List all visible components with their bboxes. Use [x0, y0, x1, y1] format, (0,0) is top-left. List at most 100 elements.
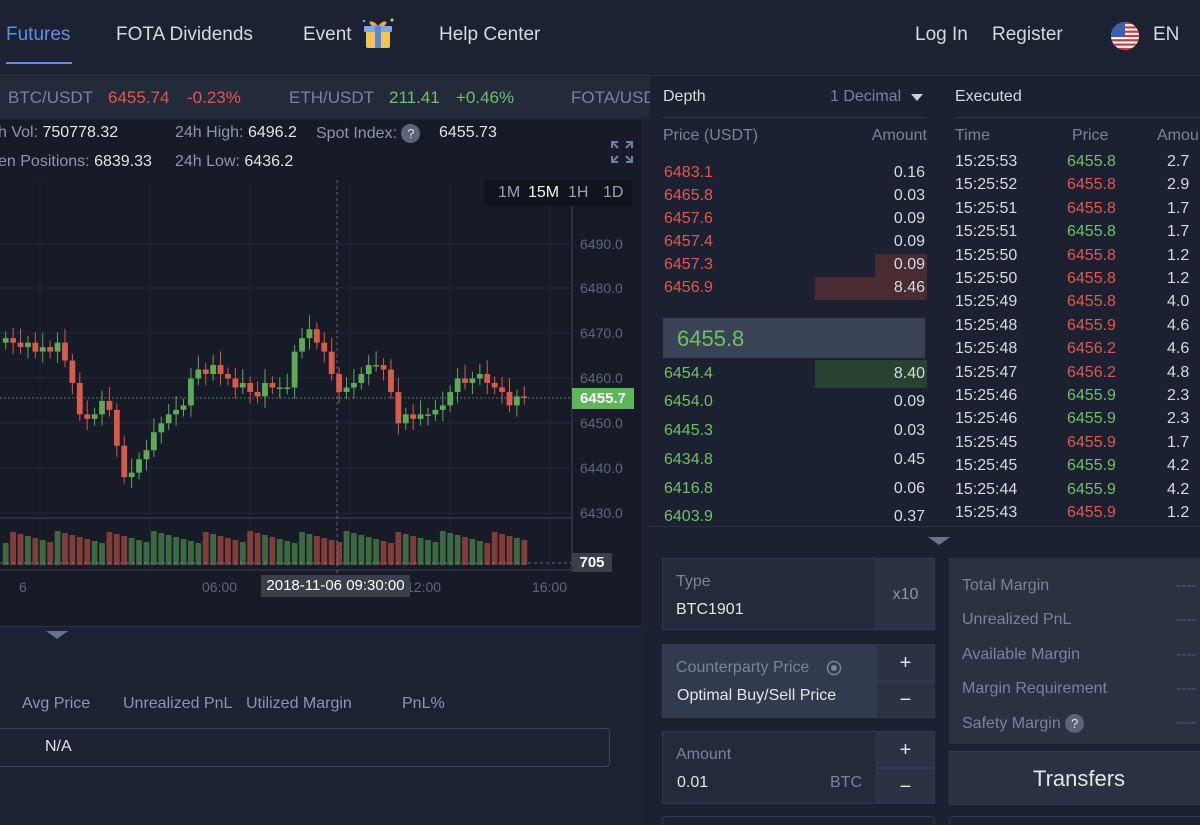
volume-bar [210, 534, 217, 565]
decimal-selector[interactable]: 1 Decimal [830, 88, 901, 106]
volume-bar [395, 532, 402, 565]
amount-increase-button[interactable]: + [876, 731, 935, 768]
stat-open-positions: en Positions: 6839.33 [0, 153, 152, 170]
register-link[interactable]: Register [992, 24, 1063, 46]
trade-time: 15:25:51 [955, 199, 1018, 217]
trade-amount: 4.6 [1167, 316, 1190, 334]
volume-bar [39, 540, 46, 565]
volume-bar [84, 539, 91, 565]
timeframe-1d[interactable]: 1D [603, 184, 623, 202]
ask-row[interactable]: 6457.3 0.09 [650, 254, 927, 277]
trade-amount: 2.9 [1167, 176, 1190, 194]
login-link[interactable]: Log In [915, 24, 968, 46]
trade-time: 15:25:45 [955, 433, 1018, 451]
candle-body [402, 414, 409, 424]
trade-time: 15:25:50 [955, 246, 1018, 264]
help-icon[interactable]: ? [1065, 714, 1085, 733]
ask-row[interactable]: 6456.9 8.46 [650, 277, 927, 300]
trade-price: 6456.2 [1067, 363, 1116, 381]
timeframe-15m[interactable]: 15M [528, 184, 559, 202]
price-increase-button[interactable]: + [876, 644, 935, 681]
trade-time: 15:25:49 [955, 293, 1018, 311]
timeframe-1h[interactable]: 1H [568, 184, 588, 202]
column-pnl-percent: PnL% [402, 695, 445, 712]
candle-body [76, 382, 83, 415]
ask-row[interactable]: 6483.1 0.16 [650, 162, 927, 185]
trade-row: 15:25:46 6455.9 2.3 [955, 410, 1200, 433]
bid-row[interactable]: 6416.8 0.06 [650, 478, 927, 501]
trade-time: 15:25:44 [955, 480, 1018, 498]
bid-amount: 0.03 [893, 422, 925, 439]
candle-body [173, 409, 180, 415]
stat-spot-value: 6455.73 [439, 124, 497, 141]
leverage-selector[interactable]: x10 [876, 558, 935, 630]
target-icon[interactable] [826, 660, 842, 676]
language-selector[interactable]: EN [1153, 24, 1179, 46]
amount-field[interactable]: Amount 0.01 BTC [662, 731, 877, 804]
price-decrease-button[interactable]: − [876, 681, 935, 718]
candle-body [291, 351, 298, 388]
help-icon[interactable]: ? [401, 124, 421, 143]
trade-row: 15:25:48 6456.2 4.6 [955, 340, 1200, 363]
volume-bar [469, 539, 476, 565]
timeframe-1m[interactable]: 1M [498, 184, 520, 202]
us-flag-icon[interactable] [1111, 22, 1139, 50]
volume-bar [150, 531, 157, 565]
available-margin-label: Available Margin [962, 646, 1080, 663]
nav-fota-dividends[interactable]: FOTA Dividends [116, 24, 253, 46]
collapse-handle-icon[interactable] [46, 631, 68, 641]
bid-row[interactable]: 6454.4 8.40 [650, 360, 927, 388]
executed-col-price: Price [1072, 127, 1109, 144]
candle-body [121, 445, 128, 478]
bid-row[interactable]: 6454.0 0.09 [650, 391, 927, 414]
volume-bar [476, 541, 483, 565]
candle-body [254, 391, 261, 397]
candle-body [136, 459, 142, 473]
trade-time: 15:25:53 [955, 153, 1018, 170]
ask-row[interactable]: 6457.6 0.09 [650, 208, 927, 231]
volume-bar [358, 535, 365, 565]
collapse-handle-icon[interactable] [928, 537, 950, 547]
trade-row: 15:25:43 6455.9 1.2 [955, 504, 1200, 525]
bid-row[interactable]: 6434.8 0.45 [650, 449, 927, 472]
executed-col-time: Time [955, 127, 990, 144]
transfers-button[interactable]: Transfers [949, 751, 1200, 805]
volume-bar [143, 542, 150, 565]
volume-bar [10, 532, 17, 565]
ticker-price-btc: 6455.74 [108, 88, 170, 107]
volume-bar [380, 541, 387, 565]
ticker-pair-btc[interactable]: BTC/USDT [8, 88, 93, 108]
ask-row[interactable]: 6465.8 0.03 [650, 185, 927, 208]
gift-icon[interactable] [360, 16, 396, 50]
ask-price: 6457.6 [664, 210, 713, 227]
candle-body [336, 374, 342, 392]
positions-panel: Avg Price Unrealized PnL Utilized Margin… [0, 626, 642, 825]
amount-input[interactable]: 0.01 [677, 774, 708, 792]
ask-price: 6457.4 [664, 233, 713, 250]
ticker-pair-eth[interactable]: ETH/USDT [289, 88, 374, 108]
counterparty-price-field[interactable]: Counterparty Price Optimal Buy/Sell Pric… [662, 644, 877, 718]
nav-futures[interactable]: Futures [6, 24, 70, 46]
volume-bar [462, 537, 468, 565]
stat-spot-index: Spot Index: ? [316, 124, 421, 143]
position-row: N/A [0, 728, 610, 767]
bid-price: 6416.8 [664, 480, 713, 497]
caret-down-icon[interactable] [911, 94, 923, 102]
order-button-partial[interactable] [949, 816, 1200, 825]
candle-body [17, 342, 24, 348]
last-price-banner: 6455.8 [663, 318, 925, 358]
order-button-partial[interactable] [662, 816, 935, 825]
ask-row[interactable]: 6457.4 0.09 [650, 231, 927, 254]
trade-amount: 2.7 [1167, 153, 1190, 170]
amount-decrease-button[interactable]: − [876, 768, 935, 804]
volume-bar [269, 537, 276, 565]
nav-event[interactable]: Event [303, 24, 352, 46]
contract-type-field[interactable]: Type BTC1901 [662, 558, 877, 630]
trade-price: 6455.8 [1067, 153, 1116, 170]
candlestick-chart[interactable] [0, 180, 642, 600]
volume-bar [299, 532, 305, 565]
fullscreen-icon[interactable] [610, 140, 634, 164]
bid-row[interactable]: 6403.9 0.37 [650, 506, 927, 525]
bid-row[interactable]: 6445.3 0.03 [650, 420, 927, 443]
nav-help-center[interactable]: Help Center [439, 24, 540, 46]
